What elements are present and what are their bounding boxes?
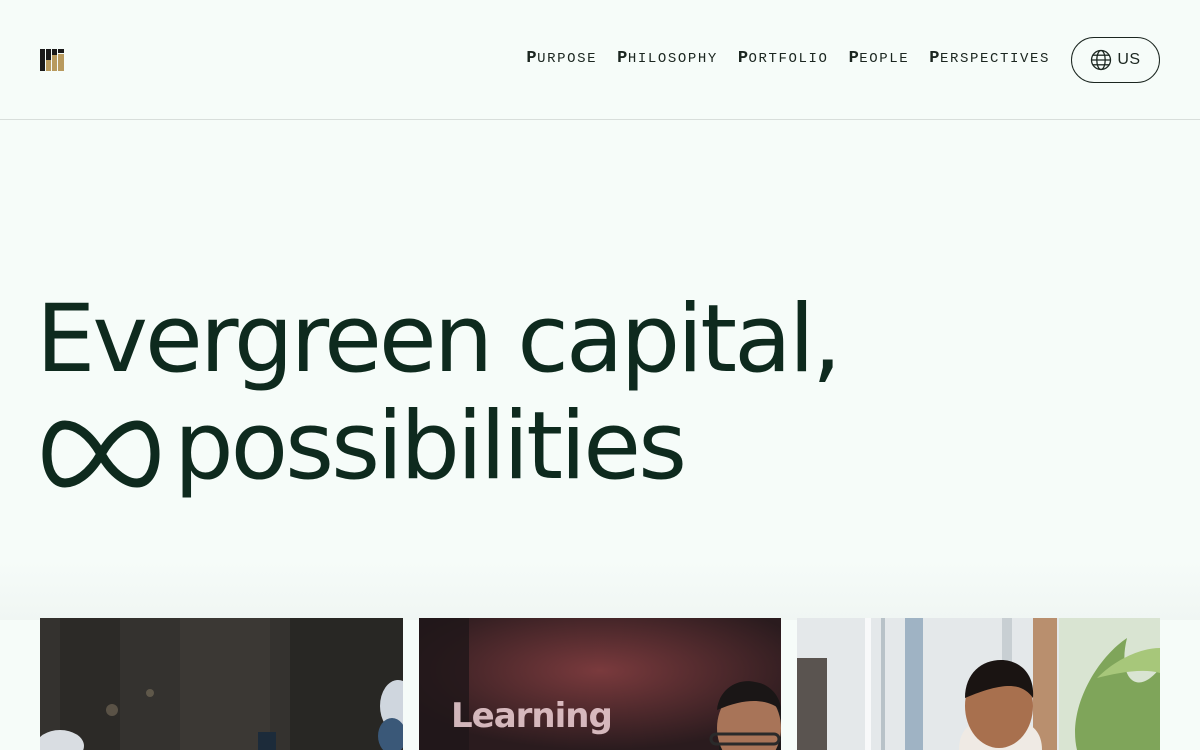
nav-people-label: EOPLE bbox=[859, 51, 910, 67]
nav-portfolio-label: ORTFOLIO bbox=[748, 51, 829, 67]
photo-card-row: Learning bbox=[40, 618, 1160, 750]
region-selector-button[interactable]: US bbox=[1071, 37, 1160, 83]
event-photo-caption: Learning bbox=[451, 696, 613, 736]
nav-people[interactable]: PEOPLE bbox=[849, 49, 910, 68]
main-nav: PURPOSE PHILOSOPHY PORTFOLIO PEOPLE PERS… bbox=[526, 49, 1050, 68]
bottom-fade bbox=[0, 560, 1200, 620]
hero-heading: Evergreen capital, possibilities bbox=[36, 285, 842, 500]
nav-portfolio-initial: P bbox=[737, 49, 749, 68]
nav-perspectives-initial: P bbox=[929, 49, 940, 68]
workshop-photo-image bbox=[40, 618, 403, 750]
nav-philosophy[interactable]: PHILOSOPHY bbox=[617, 49, 718, 68]
region-label: US bbox=[1117, 51, 1141, 68]
hero-line-2: possibilities bbox=[36, 393, 839, 500]
site-header: PURPOSE PHILOSOPHY PORTFOLIO PEOPLE PERS… bbox=[0, 0, 1200, 120]
nav-philosophy-label: HILOSOPHY bbox=[627, 51, 718, 67]
page: PURPOSE PHILOSOPHY PORTFOLIO PEOPLE PERS… bbox=[0, 0, 1200, 750]
nav-portfolio[interactable]: PORTFOLIO bbox=[738, 49, 829, 68]
hero-line-1: Evergreen capital, bbox=[36, 285, 842, 394]
nav-perspectives-label: ERSPECTIVES bbox=[939, 51, 1050, 67]
globe-icon bbox=[1091, 49, 1112, 71]
office-photo-image bbox=[797, 618, 1160, 750]
photo-card-workshop[interactable] bbox=[40, 618, 403, 750]
photo-card-event[interactable]: Learning bbox=[419, 618, 781, 750]
nav-purpose-initial: P bbox=[526, 49, 538, 68]
nav-philosophy-initial: P bbox=[617, 49, 628, 68]
nav-purpose[interactable]: PURPOSE bbox=[526, 49, 597, 68]
bar-logo-icon[interactable] bbox=[40, 48, 64, 72]
nav-purpose-label: URPOSE bbox=[537, 51, 598, 67]
infinity-icon bbox=[42, 419, 160, 488]
nav-people-initial: P bbox=[848, 49, 860, 68]
hero-line-2-text: possibilities bbox=[174, 392, 687, 501]
photo-card-office[interactable] bbox=[797, 618, 1160, 750]
nav-perspectives[interactable]: PERSPECTIVES bbox=[929, 49, 1050, 68]
